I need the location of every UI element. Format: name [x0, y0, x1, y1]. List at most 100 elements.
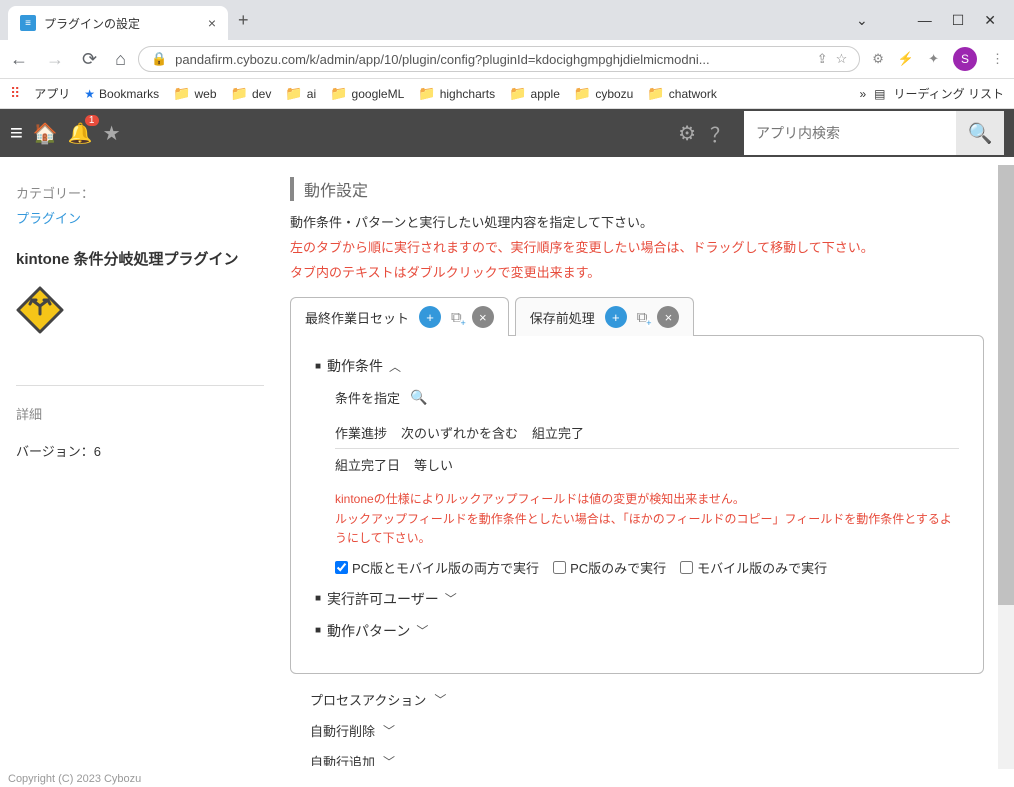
tab-add-icon[interactable]: +	[419, 306, 441, 328]
scrollbar-thumb[interactable]	[998, 165, 1014, 605]
pattern-section[interactable]: ■ 動作パターン ﹀	[315, 621, 959, 641]
sidebar: カテゴリー： プラグイン kintone 条件分岐処理プラグイン 詳細 バージョ…	[0, 157, 280, 766]
back-button[interactable]: ←	[10, 49, 28, 70]
chevron-down-icon: ﹀	[445, 590, 457, 607]
checkbox-pc-only[interactable]: PC版のみで実行	[553, 558, 666, 577]
footer-copyright: Copyright (C) 2023 Cybozu	[0, 771, 1014, 787]
bolt-icon[interactable]: ⚡	[898, 51, 914, 67]
reading-list-label[interactable]: リーディング リスト	[894, 85, 1005, 102]
chevron-down-icon: ﹀	[383, 722, 395, 739]
allowed-users-section[interactable]: ■ 実行許可ユーザー ﹀	[315, 589, 959, 609]
description-3: タブ内のテキストはダブルクリックで変更出来ます。	[290, 263, 984, 284]
lookup-warning: kintoneの仕様によりルックアップフィールドは値の変更が検知出来ません。 ル…	[335, 490, 959, 548]
browser-tab[interactable]: ≡ プラグインの設定 ×	[8, 6, 228, 40]
window-controls: ⌄ — ☐ ✕	[856, 12, 1006, 29]
maximize-icon[interactable]: ☐	[952, 12, 965, 29]
condition-row-1[interactable]: 作業進捗 次のいずれかを含む 組立完了	[335, 417, 959, 449]
version-label: バージョン：6	[16, 441, 264, 460]
new-tab-button[interactable]: +	[238, 10, 249, 31]
tab-copy-icon[interactable]: ⧉	[637, 309, 648, 326]
detail-label: 詳細	[16, 404, 264, 423]
share-icon[interactable]: ⇪	[817, 51, 828, 67]
bookmark-folder-cybozu[interactable]: 📁cybozu	[574, 85, 633, 102]
browser-chrome: ≡ プラグインの設定 × + ⌄ — ☐ ✕ ← → ⟳ ⌂ 🔒 pandafi…	[0, 0, 1014, 109]
url-text: pandafirm.cybozu.com/k/admin/app/10/plug…	[175, 52, 809, 67]
tab-close-icon[interactable]: ×	[208, 15, 216, 31]
action-auto-add-row[interactable]: 自動行追加﹀	[310, 752, 984, 766]
tab-copy-icon[interactable]: ⧉	[451, 309, 462, 326]
condition-spec-label: 条件を指定	[335, 388, 400, 407]
reload-button[interactable]: ⟳	[82, 49, 97, 70]
bookmark-folder-apple[interactable]: 📁apple	[509, 85, 560, 102]
chevron-up-icon: ︿	[389, 358, 401, 375]
platform-checkboxes: PC版とモバイル版の両方で実行 PC版のみで実行 モバイル版のみで実行	[335, 558, 959, 577]
plugin-sign-icon	[16, 286, 64, 334]
condition-row-2[interactable]: 組立完了日 等しい	[335, 449, 959, 480]
notification-badge: 1	[85, 115, 99, 126]
hamburger-icon[interactable]: ≡	[10, 120, 23, 146]
description-2: 左のタブから順に実行されますので、実行順序を変更したい場合は、ドラッグして移動し…	[290, 238, 984, 259]
apps-label[interactable]: アプリ	[34, 85, 70, 102]
magnifier-icon[interactable]: 🔍	[410, 389, 427, 406]
url-bar[interactable]: 🔒 pandafirm.cybozu.com/k/admin/app/10/pl…	[138, 46, 860, 72]
chevron-down-icon: ﹀	[434, 691, 446, 708]
section-title: 動作設定	[290, 177, 984, 201]
app-header: ≡ 🏠 🔔 1 ★ ⚙ ？ 🔍	[0, 109, 1014, 157]
condition-section-header[interactable]: ■ 動作条件 ︿	[315, 356, 959, 376]
browser-toolbar: ← → ⟳ ⌂ 🔒 pandafirm.cybozu.com/k/admin/a…	[0, 40, 1014, 79]
tab-remove-icon[interactable]: ×	[472, 306, 494, 328]
content-area: カテゴリー： プラグイン kintone 条件分岐処理プラグイン 詳細 バージョ…	[0, 157, 1014, 766]
chevron-down-icon: ﹀	[383, 753, 395, 766]
config-tab-2[interactable]: 保存前処理 + ⧉ ×	[515, 297, 695, 336]
title-bar: ≡ プラグインの設定 × + ⌄ — ☐ ✕	[0, 0, 1014, 40]
checkbox-both[interactable]: PC版とモバイル版の両方で実行	[335, 558, 539, 577]
main-panel: 動作設定 動作条件・パターンと実行したい処理内容を指定して下さい。 左のタブから…	[280, 157, 1014, 766]
bookmark-folder-highcharts[interactable]: 📁highcharts	[418, 85, 495, 102]
bookmarks-bar: ⠿ アプリ ★Bookmarks 📁web 📁dev 📁ai 📁googleML…	[0, 79, 1014, 109]
lock-icon: 🔒	[151, 51, 167, 67]
star-url-icon[interactable]: ☆	[836, 51, 848, 67]
bookmark-folder-web[interactable]: 📁web	[173, 85, 216, 102]
bookmark-folder-ai[interactable]: 📁ai	[285, 85, 316, 102]
forward-button[interactable]: →	[46, 49, 64, 70]
search-button[interactable]: 🔍	[956, 111, 1004, 155]
tab-2-label: 保存前処理	[530, 308, 595, 327]
profile-avatar[interactable]: S	[953, 47, 977, 71]
notification-bell[interactable]: 🔔 1	[68, 121, 93, 146]
config-tab-1[interactable]: 最終作業日セット + ⧉ ×	[290, 297, 509, 336]
apps-grid-icon[interactable]: ⠿	[10, 85, 20, 102]
favorite-star-icon[interactable]: ★	[103, 121, 121, 146]
overflow-chevrons-icon[interactable]: »	[859, 87, 866, 101]
plugin-breadcrumb-link[interactable]: プラグイン	[16, 208, 264, 227]
bookmark-folder-chatwork[interactable]: 📁chatwork	[647, 85, 716, 102]
action-process[interactable]: プロセスアクション﹀	[310, 690, 984, 709]
tab-remove-icon[interactable]: ×	[657, 306, 679, 328]
favicon: ≡	[20, 15, 36, 31]
settings-gear-icon[interactable]: ⚙	[678, 121, 696, 146]
category-label: カテゴリー：	[16, 183, 264, 202]
search-input[interactable]	[744, 111, 956, 155]
bell-icon: 🔔	[68, 123, 93, 145]
puzzle-icon[interactable]: ✦	[928, 51, 939, 67]
vertical-scrollbar[interactable]	[998, 165, 1014, 769]
close-window-icon[interactable]: ✕	[984, 12, 996, 29]
plugin-title: kintone 条件分岐処理プラグイン	[16, 249, 264, 272]
tab-add-icon[interactable]: +	[605, 306, 627, 328]
bookmark-folder-dev[interactable]: 📁dev	[231, 85, 272, 102]
extension-gear-icon[interactable]: ⚙	[872, 51, 884, 67]
app-search-box: 🔍	[744, 111, 1004, 155]
help-icon[interactable]: ？	[710, 119, 730, 148]
tabs-dropdown-icon[interactable]: ⌄	[856, 12, 868, 29]
minimize-icon[interactable]: —	[918, 12, 932, 28]
bookmark-bookmarks[interactable]: ★Bookmarks	[84, 87, 159, 101]
app-home-icon[interactable]: 🏠	[33, 121, 58, 146]
menu-dots-icon[interactable]: ⋮	[991, 51, 1004, 67]
description-1: 動作条件・パターンと実行したい処理内容を指定して下さい。	[290, 213, 984, 234]
chevron-down-icon: ﹀	[416, 622, 428, 639]
home-button[interactable]: ⌂	[115, 49, 126, 70]
config-tabs: 最終作業日セット + ⧉ × 保存前処理 + ⧉ ×	[290, 297, 984, 336]
action-auto-delete-row[interactable]: 自動行削除﹀	[310, 721, 984, 740]
bookmark-folder-googleml[interactable]: 📁googleML	[330, 85, 404, 102]
checkbox-mobile-only[interactable]: モバイル版のみで実行	[680, 558, 827, 577]
reading-list-icon[interactable]: ▤	[874, 87, 885, 101]
